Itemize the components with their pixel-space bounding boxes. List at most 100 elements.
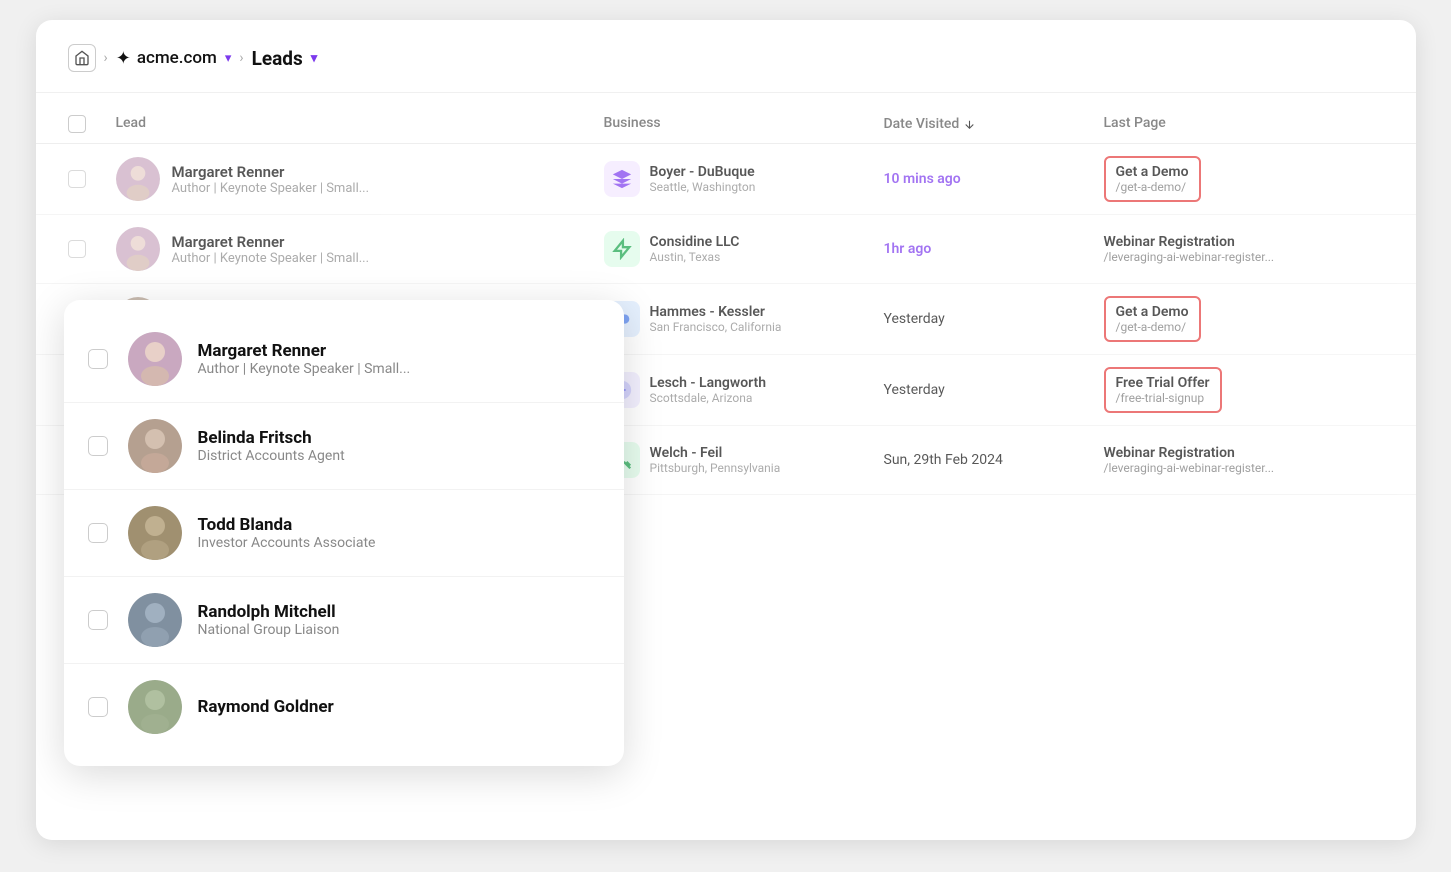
date-cell: Yesterday [884,311,1104,327]
table-row[interactable]: Margaret Renner Author | Keynote Speaker… [36,144,1416,215]
floating-lead-name: Todd Blanda [198,515,376,535]
floating-info: Raymond Goldner [198,697,334,717]
last-page-cell: Webinar Registration /leveraging-ai-webi… [1104,445,1384,475]
biz-location: Austin, Texas [650,250,740,264]
header-checkbox-col [68,115,116,133]
page-name: Webinar Registration [1104,445,1384,461]
home-icon[interactable] [68,44,96,72]
biz-name: Welch - Feil [650,445,781,461]
biz-info: Hammes - Kessler San Francisco, Californ… [650,304,782,334]
biz-logo [604,161,640,197]
float-checkbox[interactable] [88,349,108,369]
page-url: /get-a-demo/ [1116,180,1189,194]
biz-name: Hammes - Kessler [650,304,782,320]
biz-name: Boyer - DuBuque [650,164,756,180]
last-page-cell: Get a Demo /get-a-demo/ [1104,156,1201,202]
lead-name: Margaret Renner [172,233,370,251]
business-cell: Considine LLC Austin, Texas [604,231,884,267]
breadcrumb-leads[interactable]: Leads ▾ [252,47,318,70]
sort-icon [963,118,976,131]
lead-role: Author | Keynote Speaker | Small... [172,181,370,196]
floating-lead-role: National Group Liaison [198,622,340,638]
avatar [116,227,160,271]
page-url: /get-a-demo/ [1116,320,1189,334]
floating-lead-name: Belinda Fritsch [198,428,345,448]
biz-info: Lesch - Langworth Scottsdale, Arizona [650,375,767,405]
floating-info: Randolph Mitchell National Group Liaison [198,602,340,638]
page-cell-container: Get a Demo /get-a-demo/ [1104,296,1384,342]
floating-info: Margaret Renner Author | Keynote Speaker… [198,341,411,377]
floating-info: Belinda Fritsch District Accounts Agent [198,428,345,464]
date-cell: Yesterday [884,382,1104,398]
page-url: /leveraging-ai-webinar-register... [1104,461,1384,475]
select-all-checkbox[interactable] [68,115,86,133]
floating-avatar [128,593,182,647]
last-page-cell: Free Trial Offer /free-trial-signup [1104,367,1222,413]
float-checkbox[interactable] [88,436,108,456]
breadcrumb-sep-1: › [104,50,108,66]
page-cell-container: Free Trial Offer /free-trial-signup [1104,367,1384,413]
lead-cell: Margaret Renner Author | Keynote Speaker… [116,227,604,271]
last-page-cell: Get a Demo /get-a-demo/ [1104,296,1201,342]
biz-location: Seattle, Washington [650,180,756,194]
page-cell-container: Webinar Registration /leveraging-ai-webi… [1104,445,1384,475]
biz-location: Pittsburgh, Pennsylvania [650,461,781,475]
lead-info: Margaret Renner Author | Keynote Speaker… [172,163,370,196]
lead-cell: Margaret Renner Author | Keynote Speaker… [116,157,604,201]
biz-name: Lesch - Langworth [650,375,767,391]
breadcrumb-workspace[interactable]: ✦ acme.com ▾ [116,48,232,69]
lead-info: Margaret Renner Author | Keynote Speaker… [172,233,370,266]
biz-info: Boyer - DuBuque Seattle, Washington [650,164,756,194]
business-cell: Hammes - Kessler San Francisco, Californ… [604,301,884,337]
biz-location: San Francisco, California [650,320,782,334]
header-lead: Lead [116,115,604,133]
page-name: Get a Demo [1116,304,1189,320]
floating-list-item[interactable]: Todd Blanda Investor Accounts Associate [64,490,624,577]
workspace-label: acme.com [137,48,217,68]
header-last-page: Last Page [1104,115,1384,133]
floating-lead-name: Margaret Renner [198,341,411,361]
page-name: Webinar Registration [1104,234,1384,250]
floating-lead-name: Raymond Goldner [198,697,334,717]
leads-label: Leads [252,47,303,70]
floating-list-item[interactable]: Randolph Mitchell National Group Liaison [64,577,624,664]
floating-avatar [128,332,182,386]
breadcrumb-sep-2: › [239,50,243,66]
floating-avatar [128,506,182,560]
business-cell: Lesch - Langworth Scottsdale, Arizona [604,372,884,408]
workspace-chevron-icon: ▾ [225,51,232,66]
table-row[interactable]: Margaret Renner Author | Keynote Speaker… [36,215,1416,284]
table-header: Lead Business Date Visited Last Page [36,105,1416,144]
float-checkbox[interactable] [88,610,108,630]
last-page-cell: Webinar Registration /leveraging-ai-webi… [1104,234,1384,264]
business-cell: Welch - Feil Pittsburgh, Pennsylvania [604,442,884,478]
page-name: Get a Demo [1116,164,1189,180]
header-date-visited[interactable]: Date Visited [884,115,1104,133]
breadcrumb: › ✦ acme.com ▾ › Leads ▾ [36,20,1416,93]
biz-logo [604,231,640,267]
date-cell: Sun, 29th Feb 2024 [884,452,1104,468]
page-cell-container: Get a Demo /get-a-demo/ [1104,156,1384,202]
lead-name: Margaret Renner [172,163,370,181]
page-url: /leveraging-ai-webinar-register... [1104,250,1384,264]
biz-location: Scottsdale, Arizona [650,391,767,405]
floating-list-item[interactable]: Margaret Renner Author | Keynote Speaker… [64,316,624,403]
floating-lead-role: District Accounts Agent [198,448,345,464]
date-cell: 10 mins ago [884,171,1104,187]
row-checkbox[interactable] [68,240,86,258]
floating-lead-role: Investor Accounts Associate [198,535,376,551]
floating-list-item[interactable]: Raymond Goldner [64,664,624,750]
spark-icon: ✦ [116,48,131,69]
floating-lead-name: Randolph Mitchell [198,602,340,622]
floating-list-item[interactable]: Belinda Fritsch District Accounts Agent [64,403,624,490]
float-checkbox[interactable] [88,523,108,543]
float-checkbox[interactable] [88,697,108,717]
floating-avatar [128,419,182,473]
page-url: /free-trial-signup [1116,391,1210,405]
page-cell-container: Webinar Registration /leveraging-ai-webi… [1104,234,1384,264]
floating-info: Todd Blanda Investor Accounts Associate [198,515,376,551]
biz-name: Considine LLC [650,234,740,250]
floating-leads-panel: Margaret Renner Author | Keynote Speaker… [64,300,624,766]
page-name: Free Trial Offer [1116,375,1210,391]
row-checkbox[interactable] [68,170,86,188]
